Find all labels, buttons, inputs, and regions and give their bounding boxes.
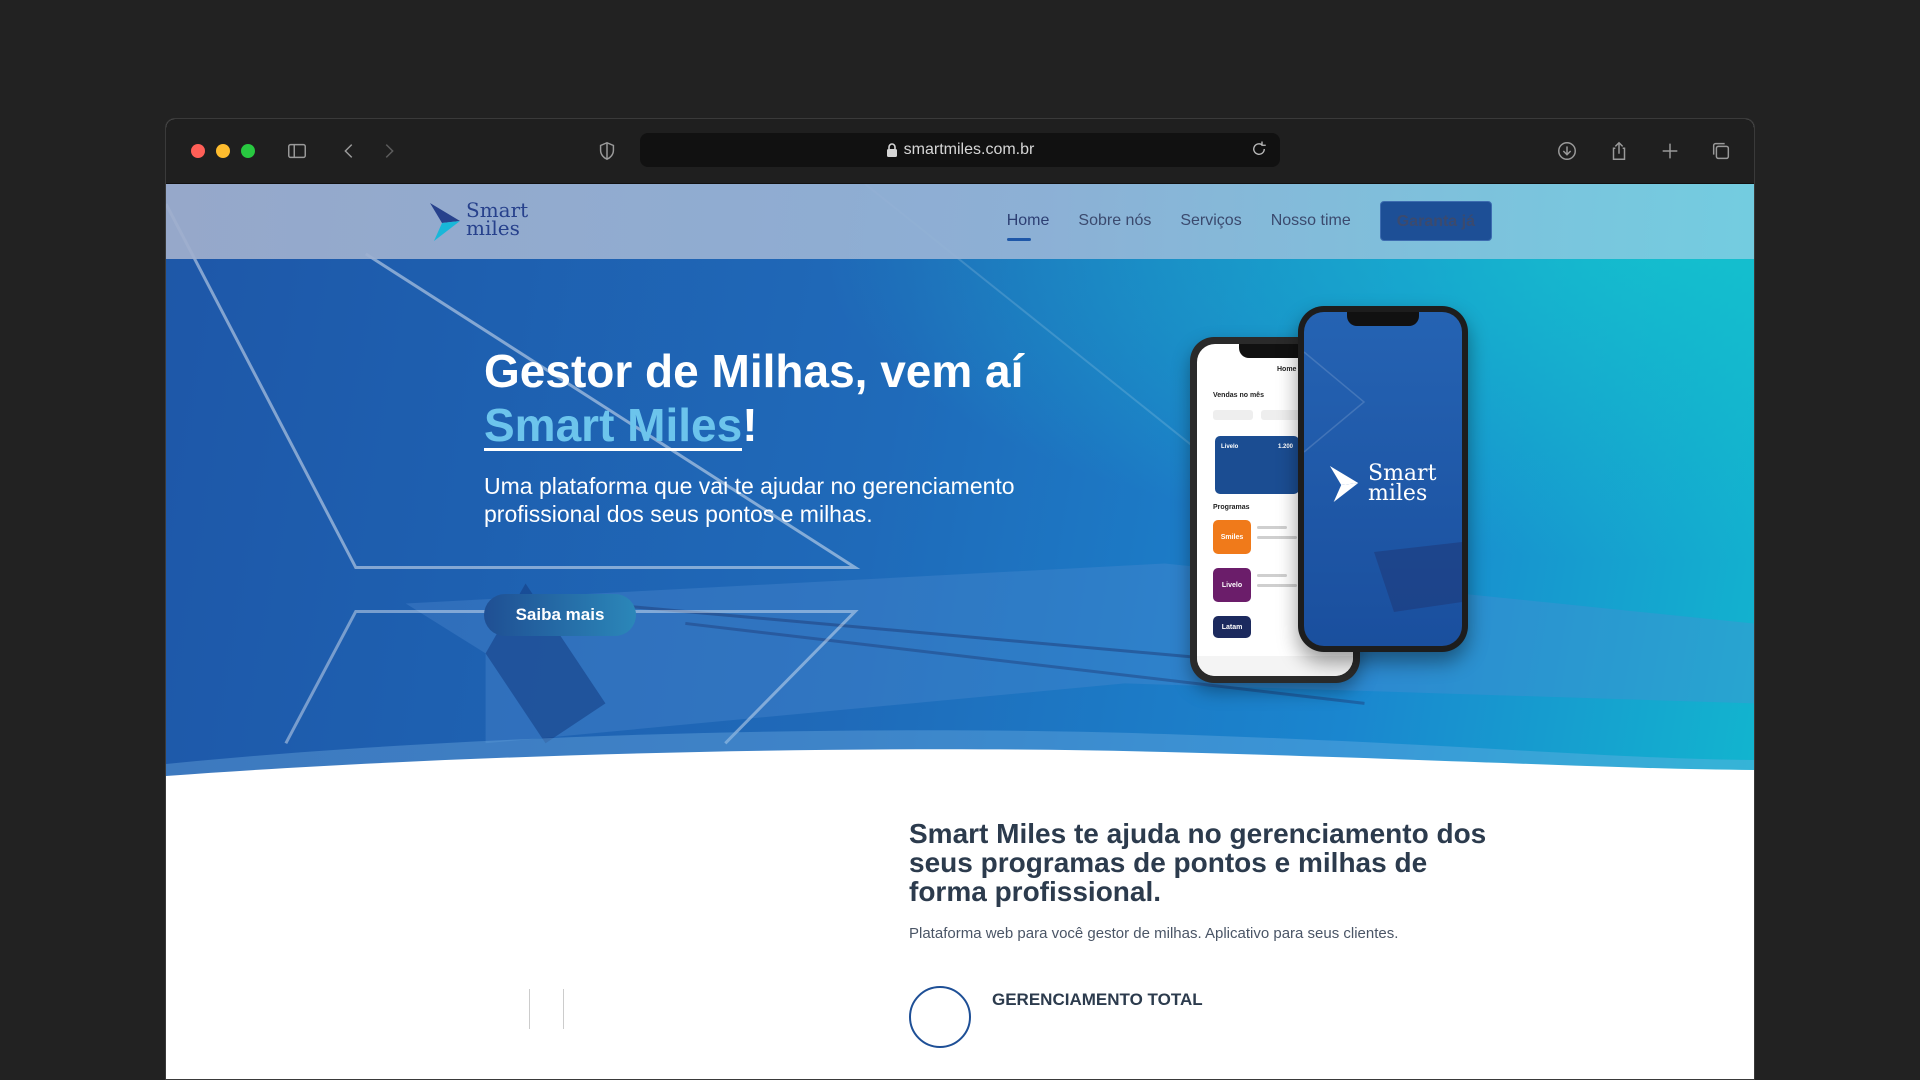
app-card-name: Livelo <box>1221 444 1239 450</box>
splash-logo-line2: miles <box>1368 481 1428 506</box>
maximize-window-button[interactable] <box>241 144 255 158</box>
nav-home[interactable]: Home <box>1006 201 1049 241</box>
app-tab-pill <box>1213 410 1253 420</box>
saiba-mais-button[interactable]: Saiba mais <box>484 594 636 636</box>
site-logo[interactable]: Smart miles <box>428 199 548 243</box>
app-sales-label: Vendas no mês <box>1213 392 1264 399</box>
divider-line <box>529 989 530 1029</box>
section-subtitle: Plataforma web para você gestor de milha… <box>909 925 1399 942</box>
browser-toolbar: smartmiles.com.br <box>166 119 1754 184</box>
nav-nosso-time[interactable]: Nosso time <box>1271 201 1351 241</box>
privacy-shield-icon[interactable] <box>594 139 620 163</box>
hero-subtitle: Uma plataforma que vai te ajudar no gere… <box>484 473 1015 527</box>
web-page: Smart miles Home Sobre nós Serviços Noss… <box>166 184 1754 1079</box>
nav-sobre-nos[interactable]: Sobre nós <box>1078 201 1151 241</box>
logo-line2: miles <box>466 216 520 240</box>
program-latam-logo: Latam <box>1213 616 1251 638</box>
app-header: Home <box>1277 366 1297 373</box>
hero-wave-divider <box>166 730 1754 804</box>
share-icon[interactable] <box>1606 139 1632 163</box>
splash-screen: Smart miles <box>1304 312 1462 646</box>
sidebar-toggle-icon[interactable] <box>284 139 310 163</box>
app-bottom-nav <box>1197 656 1353 676</box>
divider-line <box>563 989 564 1029</box>
site-navbar: Smart miles Home Sobre nós Serviços Noss… <box>166 184 1754 259</box>
program-smiles-logo: Smiles <box>1213 520 1251 554</box>
logo-arrow-icon <box>430 203 460 241</box>
new-tab-icon[interactable] <box>1657 139 1683 163</box>
logo-text: Smart miles <box>466 200 528 240</box>
splash-logo-text: Smart miles <box>1368 463 1436 506</box>
feature-icon <box>909 986 971 1048</box>
main-nav: Home Sobre nós Serviços Nosso time Garan… <box>1006 201 1492 241</box>
program-line <box>1257 584 1297 587</box>
phone-mockup-splash: Smart miles <box>1298 306 1468 652</box>
hero-title-suffix: ! <box>742 399 758 451</box>
feature-title: GERENCIAMENTO TOTAL <box>992 990 1203 1009</box>
garanta-ja-button[interactable]: Garanta já <box>1379 201 1492 241</box>
close-window-button[interactable] <box>191 144 205 158</box>
nav-servicos[interactable]: Serviços <box>1180 201 1241 241</box>
hero-title-line1: Gestor de Milhas, vem aí <box>484 345 1024 397</box>
downloads-icon[interactable] <box>1554 139 1580 163</box>
program-line <box>1257 574 1287 577</box>
lock-icon <box>886 143 897 157</box>
program-line <box>1257 526 1287 529</box>
app-card-value: 1.200 <box>1277 444 1293 450</box>
hero-title-accent: Smart Miles <box>484 399 743 451</box>
address-bar[interactable]: smartmiles.com.br <box>640 133 1280 167</box>
section-title: Smart Miles te ajuda no gerenciamento do… <box>909 818 1487 907</box>
program-livelo-logo: Livelo <box>1213 568 1251 602</box>
app-tab-pill <box>1261 410 1301 420</box>
app-balance-card: Livelo 1.200 <box>1215 436 1299 494</box>
tab-overview-icon[interactable] <box>1708 139 1734 163</box>
reload-icon[interactable] <box>1250 140 1270 160</box>
minimize-window-button[interactable] <box>216 144 230 158</box>
splash-logo-arrow-icon <box>1329 466 1359 502</box>
app-programs-label: Programas <box>1213 504 1250 511</box>
forward-arrow-icon[interactable] <box>376 139 402 163</box>
url-text: smartmiles.com.br <box>903 141 1035 158</box>
browser-window: smartmiles.com.br Smart miles Home Sobre… <box>165 118 1755 1080</box>
program-line <box>1257 536 1297 539</box>
hero-title: Gestor de Milhas, vem aí Smart Miles! <box>484 344 1104 452</box>
back-arrow-icon[interactable] <box>336 139 362 163</box>
hero-section: Smart miles Home Sobre nós Serviços Noss… <box>166 184 1754 804</box>
